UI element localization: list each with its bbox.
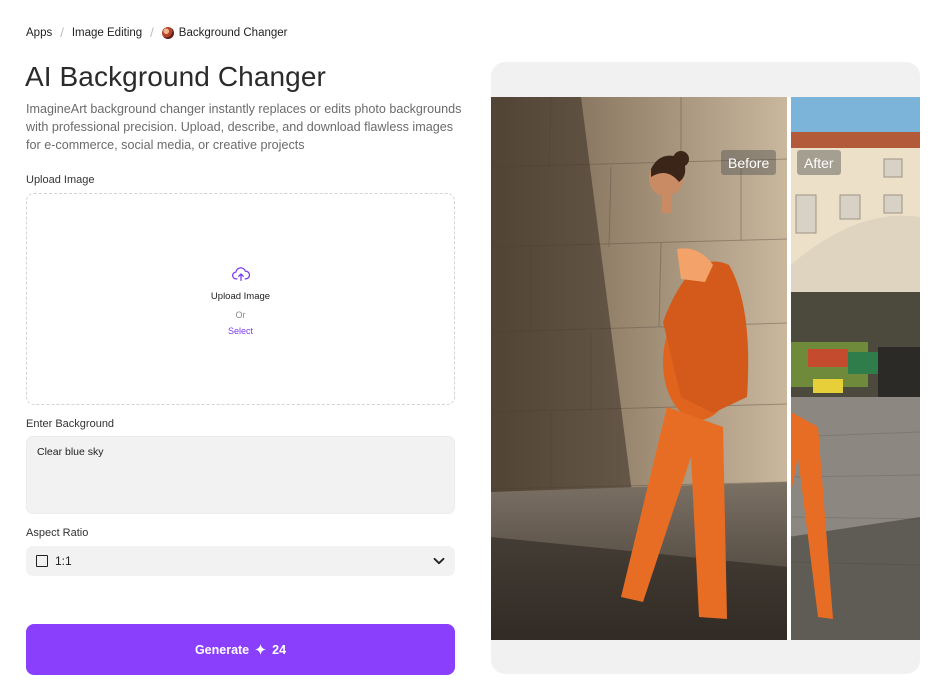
breadcrumb-separator: / [60,25,64,40]
cloud-upload-icon [231,267,250,282]
upload-image-label: Upload Image [26,174,95,186]
app-thumbnail-icon [161,26,174,39]
generate-label: Generate [194,642,250,657]
comparison-slider-handle[interactable] [787,97,791,640]
breadcrumb-image-editing[interactable]: Image Editing [72,27,142,39]
select-file-link[interactable]: Select [228,326,253,336]
before-photo [491,97,788,640]
aspect-ratio-select[interactable]: 1:1 [26,546,455,576]
breadcrumb-apps[interactable]: Apps [26,27,52,39]
breadcrumb-current: Background Changer [161,26,288,39]
square-ratio-icon [36,555,48,567]
page-description: ImagineArt background changer instantly … [26,102,462,152]
credit-count: 24 [272,642,287,657]
breadcrumb-separator: / [150,25,154,40]
chevron-down-icon [433,557,445,565]
after-label: After [797,150,841,175]
after-photo [788,97,920,640]
before-label: Before [721,150,777,175]
sparkle-icon [255,644,267,655]
aspect-ratio-label: Aspect Ratio [26,527,89,539]
generate-button[interactable]: Generate 24 [26,624,455,675]
breadcrumb-background-changer: Background Changer [178,26,288,39]
preview-panel: Before After [491,62,920,674]
breadcrumb: Apps / Image Editing / Background Change… [26,25,287,40]
background-prompt-input[interactable]: Clear blue sky [26,436,455,514]
upload-or-text: Or [235,310,246,320]
aspect-ratio-value: 1:1 [55,554,72,568]
before-after-comparison[interactable]: Before After [491,97,920,640]
upload-title: Upload Image [210,291,271,302]
upload-dropzone[interactable]: Upload Image Or Select [26,193,455,405]
page-title: AI Background Changer [25,61,326,92]
background-label: Enter Background [26,418,115,430]
